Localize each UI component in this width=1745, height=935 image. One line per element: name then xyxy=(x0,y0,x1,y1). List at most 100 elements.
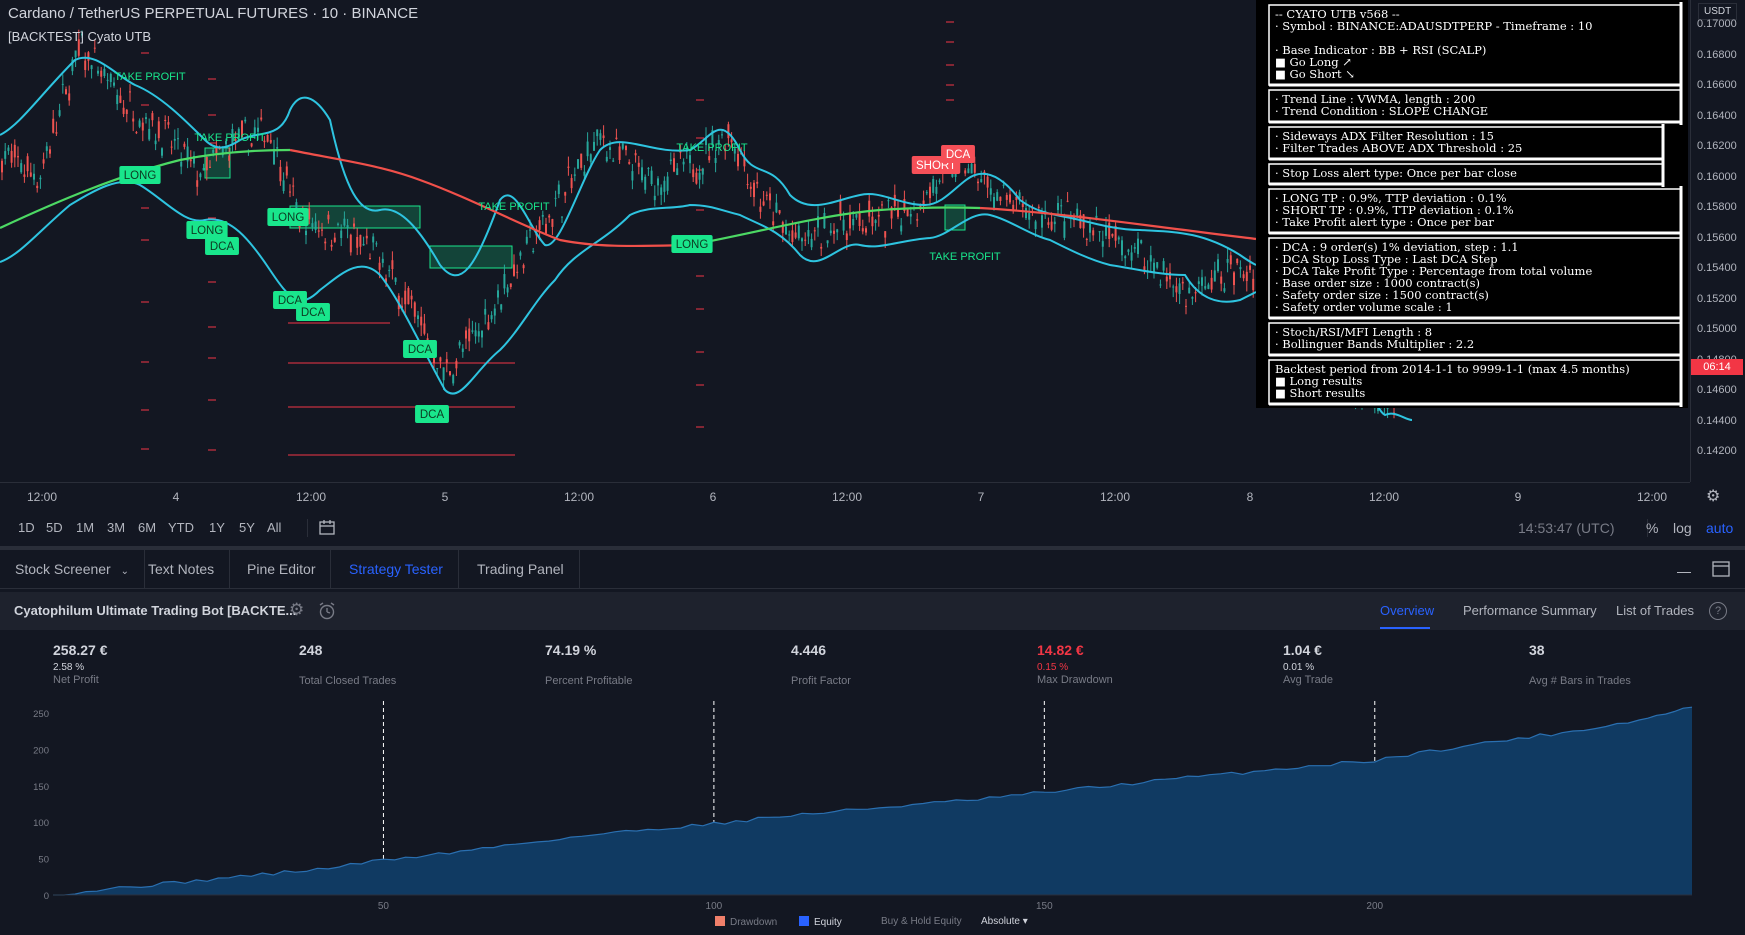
range-button-all[interactable]: All xyxy=(267,520,281,535)
chart-settings-icon[interactable]: ⚙ xyxy=(1706,486,1720,506)
candle-body xyxy=(794,232,797,238)
range-button-5y[interactable]: 5Y xyxy=(239,520,255,535)
signal-long-label[interactable]: LONG xyxy=(267,208,309,226)
range-button-ytd[interactable]: YTD xyxy=(168,520,194,535)
candle-body xyxy=(788,234,791,236)
candle-body xyxy=(471,330,474,332)
equity-x-tick: 200 xyxy=(1366,901,1383,912)
candle-body xyxy=(1101,241,1104,247)
candle-body xyxy=(375,243,378,245)
metric-avg-trade: 1.04 € 0.01 % Avg Trade xyxy=(1283,642,1513,686)
alarm-icon[interactable] xyxy=(317,601,337,621)
candle-body xyxy=(669,159,672,162)
price-chart-area[interactable]: TAKE PROFIT LONG TAKE PROFIT LONG DCA LONG DCA… xyxy=(0,0,1690,480)
strategy-name[interactable]: Cyatophilum Ultimate Trading Bot [BACKTE… xyxy=(14,603,296,618)
signal-tp-label[interactable]: TAKE PROFIT xyxy=(194,132,266,144)
candle-body xyxy=(42,159,45,164)
candle-body xyxy=(583,171,586,176)
tab-label: Text Notes xyxy=(148,561,215,577)
tab-text-notes[interactable]: Text Notes xyxy=(133,550,231,588)
time-tick-label: 12:00 xyxy=(1368,490,1400,504)
subtab-performance-summary[interactable]: Performance Summary xyxy=(1463,603,1597,618)
signal-long-label[interactable]: LONG xyxy=(671,235,713,253)
metric-total-closed-trades: 248 Total Closed Trades xyxy=(299,642,529,687)
candle-body xyxy=(852,219,855,226)
signal-long-label[interactable]: DCA xyxy=(205,237,239,255)
signal-text: TAKE PROFIT xyxy=(478,201,550,213)
price-axis[interactable]: USDT 0.17000 0.16800 0.16600 0.16400 0.16200… xyxy=(1690,0,1745,482)
signal-tp-label[interactable]: TAKE PROFIT xyxy=(478,201,550,213)
candle-body xyxy=(1207,284,1210,289)
legend-drawdown[interactable]: Drawdown xyxy=(715,916,777,928)
gear-icon[interactable]: ⚙ xyxy=(289,600,304,620)
candle-body xyxy=(621,143,624,149)
candle-body xyxy=(205,157,208,171)
candle-body xyxy=(1249,265,1251,270)
help-icon[interactable]: ? xyxy=(1709,602,1727,620)
candle-body xyxy=(369,258,371,260)
tab-stock-screener[interactable]: Stock Screener ⌄ xyxy=(0,550,145,588)
signal-tp-label[interactable]: TAKE PROFIT xyxy=(114,71,186,83)
auto-toggle[interactable]: auto xyxy=(1706,520,1733,536)
signal-tp-label[interactable]: TAKE PROFIT xyxy=(676,142,748,154)
minimize-icon[interactable] xyxy=(1677,572,1691,573)
maximize-icon[interactable] xyxy=(1712,561,1730,577)
percent-toggle[interactable]: % xyxy=(1646,520,1658,536)
utc-clock[interactable]: 14:53:47 (UTC) xyxy=(1518,520,1614,536)
candle-body xyxy=(353,223,355,227)
range-button-3m[interactable]: 3M xyxy=(107,520,125,535)
candle-body xyxy=(20,163,23,173)
candle-body xyxy=(804,239,807,241)
candle-body xyxy=(1121,240,1123,256)
signal-long-label[interactable]: LONG xyxy=(186,221,228,239)
subtab-overview[interactable]: Overview xyxy=(1380,603,1434,618)
log-toggle[interactable]: log xyxy=(1673,520,1692,536)
range-button-5d[interactable]: 5D xyxy=(46,520,63,535)
tab-pine-editor[interactable]: Pine Editor xyxy=(232,550,332,588)
candle-body xyxy=(964,170,967,174)
range-button-1y[interactable]: 1Y xyxy=(209,520,225,535)
legend-label: Drawdown xyxy=(730,917,778,928)
candle-body xyxy=(1053,221,1056,225)
range-button-1m[interactable]: 1M xyxy=(76,520,94,535)
absolute-dropdown[interactable]: Absolute ▾ xyxy=(981,916,1028,927)
equity-y-tick: 50 xyxy=(38,855,49,866)
signal-long-label[interactable]: DCA xyxy=(296,303,330,321)
go-to-date-icon[interactable] xyxy=(318,519,336,537)
signal-tp-label[interactable]: TAKE PROFIT xyxy=(929,251,1001,263)
candle-body xyxy=(753,182,755,198)
tab-strategy-tester[interactable]: Strategy Tester xyxy=(334,550,459,588)
equity-x-tick: 150 xyxy=(1036,901,1053,912)
chevron-down-icon[interactable]: ⌄ xyxy=(121,566,129,577)
time-axis[interactable]: 12:00 4 12:00 5 12:00 6 12:00 7 12:00 8 12:00 9 12:0… xyxy=(0,482,1690,511)
range-button-1d[interactable]: 1D xyxy=(18,520,35,535)
indicator-legend[interactable]: [BACKTEST] Cyato UTB xyxy=(8,29,151,44)
candle-body xyxy=(989,188,992,195)
tab-label: Pine Editor xyxy=(247,561,316,577)
candle-body xyxy=(1175,286,1178,293)
signal-long-label[interactable]: DCA xyxy=(415,405,449,423)
candle-body xyxy=(605,156,608,162)
candle-body xyxy=(801,238,803,242)
candle-body xyxy=(580,153,583,168)
candle-body xyxy=(1210,277,1213,290)
time-tick-label: 12:00 xyxy=(563,490,595,504)
candle-body xyxy=(1220,276,1223,284)
tab-trading-panel[interactable]: Trading Panel xyxy=(462,550,580,588)
candle-body xyxy=(10,150,13,163)
subtab-list-of-trades[interactable]: List of Trades xyxy=(1616,603,1694,618)
range-button-6m[interactable]: 6M xyxy=(138,520,156,535)
signal-short-label[interactable]: DCA xyxy=(941,145,975,163)
candle-body xyxy=(279,166,282,182)
legend-equity[interactable]: Equity xyxy=(799,916,842,928)
equity-chart[interactable]: 250 200 150 100 50 0 50 100 150 200 xyxy=(0,695,1745,913)
candle-body xyxy=(1028,212,1031,220)
signal-long-label[interactable]: LONG xyxy=(119,166,161,184)
candle-body xyxy=(1178,283,1181,294)
candle-body xyxy=(663,180,666,192)
signal-long-label[interactable]: DCA xyxy=(403,340,437,358)
legend-buy-hold[interactable]: Buy & Hold Equity xyxy=(881,916,962,927)
candle-body xyxy=(839,199,842,215)
candle-body xyxy=(634,153,637,156)
price-tick-label: 0.15200 xyxy=(1697,292,1737,305)
